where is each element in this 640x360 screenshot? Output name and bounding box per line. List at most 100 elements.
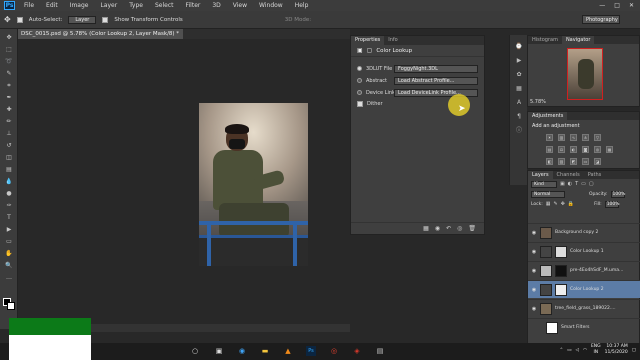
abstract-dropdown[interactable]: Load Abstract Profile... (394, 77, 478, 85)
color-balance-icon[interactable]: ⚖ (558, 146, 565, 153)
crop-tool-icon[interactable]: ⌗ (5, 83, 13, 89)
actions-icon[interactable]: ▶ (515, 57, 523, 64)
clock[interactable]: 10:37 AM 11/5/2020 (605, 344, 628, 356)
menu-layer[interactable]: Layer (94, 2, 123, 9)
navigator-thumbnail[interactable] (567, 48, 603, 100)
gradient-tool-icon[interactable]: ▤ (5, 167, 13, 173)
menu-edit[interactable]: Edit (40, 2, 64, 9)
navigator-zoom[interactable]: 5.78% (530, 99, 546, 105)
tab-info[interactable]: Info (384, 36, 401, 45)
visibility-eye-icon[interactable]: ◉ (531, 306, 537, 312)
network-icon[interactable]: ◠ (583, 348, 587, 353)
menu-filter[interactable]: Filter (180, 2, 207, 9)
gradient-map-icon[interactable]: ▭ (582, 158, 589, 165)
history-icon[interactable]: ⌚ (515, 43, 523, 50)
tab-layers[interactable]: Layers (528, 171, 553, 179)
filter-pixel-icon[interactable]: ▣ (560, 181, 565, 187)
visibility-eye-icon[interactable]: ◉ (531, 230, 537, 236)
menu-help[interactable]: Help (289, 2, 315, 9)
menu-3d[interactable]: 3D (206, 2, 226, 9)
vlc-icon[interactable]: ▲ (283, 346, 293, 356)
lasso-tool-icon[interactable]: ➰ (5, 59, 13, 65)
eraser-tool-icon[interactable]: ◫ (5, 155, 13, 161)
tab-navigator[interactable]: Navigator (561, 36, 595, 44)
close-button[interactable]: ✕ (629, 2, 634, 9)
layer-name[interactable]: pre-4Eo4hSdF_M.uma... (570, 268, 623, 273)
task-view-icon[interactable]: ▣ (214, 346, 224, 356)
visibility-icon[interactable]: ◎ (457, 225, 462, 232)
pinned-app-icon[interactable]: ▤ (375, 346, 385, 356)
clone-stamp-tool-icon[interactable]: ⊥ (5, 131, 13, 137)
brush-presets-icon[interactable]: ✿ (515, 71, 523, 78)
visibility-eye-icon[interactable]: ◉ (531, 287, 537, 293)
photo-filter-icon[interactable]: ◙ (582, 146, 589, 153)
photoshop-taskbar-icon[interactable]: Ps (306, 346, 316, 356)
battery-icon[interactable]: ▭ (567, 348, 571, 353)
file-explorer-icon[interactable]: ▬ (260, 346, 270, 356)
volume-icon[interactable]: ◁ (576, 348, 579, 353)
invert-icon[interactable]: ◧ (546, 158, 553, 165)
menu-type[interactable]: Type (123, 2, 149, 9)
chrome-icon[interactable]: ◎ (329, 346, 339, 356)
menu-file[interactable]: File (18, 2, 40, 9)
mask-icon[interactable]: ▢ (367, 47, 373, 54)
filter-adjustment-icon[interactable]: ◐ (568, 181, 572, 187)
document-image[interactable] (199, 103, 308, 266)
more-tools-icon[interactable]: … (5, 275, 13, 281)
vibrance-icon[interactable]: ▽ (594, 134, 601, 141)
blur-tool-icon[interactable]: 💧 (5, 179, 13, 185)
move-tool-icon[interactable]: ✥ (4, 15, 11, 24)
path-select-tool-icon[interactable]: ▶ (5, 227, 13, 233)
type-tool-icon[interactable]: T (5, 215, 13, 221)
layer-name[interactable]: Background copy 2 (555, 230, 598, 235)
character-icon[interactable]: A (515, 99, 523, 106)
lock-all-icon[interactable]: 🔒 (568, 201, 574, 207)
blend-mode-dropdown[interactable]: Normal (531, 190, 565, 198)
layer-name[interactable]: Color Lookup 1 (570, 249, 604, 254)
quick-select-tool-icon[interactable]: ✎ (5, 71, 13, 77)
shape-tool-icon[interactable]: ▭ (5, 239, 13, 245)
auto-select-dropdown[interactable]: Layer (68, 15, 97, 24)
layer-row[interactable]: ◉ Background copy 2 (528, 223, 640, 241)
threshold-icon[interactable]: ◩ (570, 158, 577, 165)
layer-row[interactable]: Smart Filters (528, 318, 640, 336)
tab-adjustments[interactable]: Adjustments (528, 112, 568, 120)
layer-name[interactable]: tree_field_grass_189022.... (555, 306, 616, 311)
abstract-radio[interactable] (357, 78, 362, 83)
layer-name[interactable]: Smart Filters (561, 325, 590, 330)
brush-tool-icon[interactable]: ✏ (5, 119, 13, 125)
eyedropper-tool-icon[interactable]: ✒ (5, 95, 13, 101)
tray-chevron-icon[interactable]: ⌃ (560, 348, 564, 353)
show-transform-checkbox[interactable] (102, 16, 109, 23)
layer-row[interactable]: ◉ tree_field_grass_189022.... (528, 299, 640, 317)
opacity-input[interactable]: 100% (610, 190, 625, 198)
paragraph-icon[interactable]: ¶ (515, 113, 523, 120)
channel-mixer-icon[interactable]: ◎ (594, 146, 601, 153)
layer-row-selected[interactable]: ◉ Color Lookup 2 (528, 280, 640, 298)
layer-row[interactable]: ◉ pre-4Eo4hSdF_M.uma... (528, 261, 640, 279)
tab-histogram[interactable]: Histogram (528, 36, 562, 44)
levels-icon[interactable]: ▥ (558, 134, 565, 141)
marquee-tool-icon[interactable]: ⬚ (5, 47, 13, 53)
edge-browser-icon[interactable]: ◉ (237, 346, 247, 356)
lock-position-icon[interactable]: ✥ (561, 201, 565, 207)
language-bottom[interactable]: IN (591, 350, 601, 356)
info-icon[interactable]: ⓘ (515, 127, 523, 134)
dodge-tool-icon[interactable]: ● (5, 191, 13, 197)
lock-pixels-icon[interactable]: ✎ (554, 201, 558, 207)
minimize-button[interactable]: — (599, 2, 605, 9)
delete-icon[interactable]: 🗑 (468, 225, 476, 232)
zoom-tool-icon[interactable]: 🔍 (5, 263, 13, 269)
healing-brush-tool-icon[interactable]: ✚ (5, 107, 13, 113)
curves-icon[interactable]: ∿ (570, 134, 577, 141)
color-lookup-icon[interactable]: ▦ (606, 146, 613, 153)
hue-saturation-icon[interactable]: ▤ (546, 146, 553, 153)
maximize-button[interactable]: □ (614, 2, 620, 9)
hand-tool-icon[interactable]: ✋ (5, 251, 13, 257)
layer-name[interactable]: Color Lookup 2 (570, 287, 604, 292)
document-tab[interactable]: DSC_0015.psd @ 5.78% (Color Lookup 2, La… (18, 29, 183, 39)
3dlut-radio[interactable] (357, 66, 362, 71)
tab-paths[interactable]: Paths (584, 171, 606, 179)
visibility-eye-icon[interactable]: ◉ (531, 268, 537, 274)
menu-image[interactable]: Image (64, 2, 95, 9)
